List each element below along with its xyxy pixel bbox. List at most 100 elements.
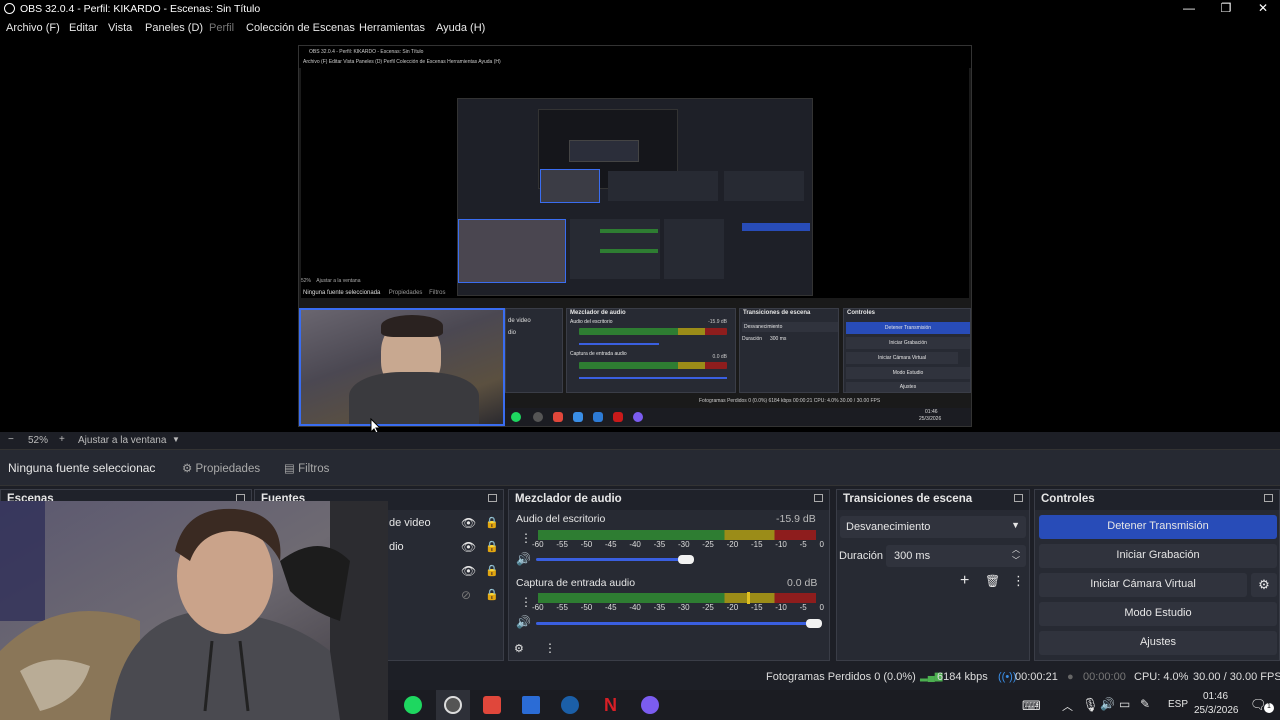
start-virtual-camera-button[interactable]: Iniciar Cámara Virtual [1039,573,1247,597]
close-button[interactable]: ✕ [1254,1,1272,17]
kebab-menu-icon[interactable]: ⋮ [520,531,532,545]
speaker-icon[interactable]: 🔊 [516,552,531,566]
menu-archivo[interactable]: Archivo (F) [6,22,60,34]
kebab-menu-icon[interactable]: ⋮ [1012,573,1025,589]
menu-coleccion-escenas[interactable]: Colección de Escenas [246,22,355,34]
clock-time[interactable]: 01:46 [1203,691,1228,702]
preview-canvas[interactable]: OBS 32.0.4 - Perfil: KIKARDO - Escenas: … [298,45,972,427]
nested-transitions-title: Transiciones de escena [743,310,811,316]
trash-icon[interactable]: 🗑 [985,574,1000,588]
studio-mode-button[interactable]: Modo Estudio [1039,602,1277,626]
mic-audio-ticks: -60 -55 -50 -45 -40 -35 -30 -25 -20 -15 -10 -5 0 [532,603,824,612]
desktop-volume-slider[interactable] [536,558,686,561]
filters-button[interactable]: ▤ Filtros [278,459,335,479]
nested-desktop-db: -15.9 dB [708,319,727,325]
volume-icon[interactable]: 🔊 [1100,697,1115,711]
eye-hidden-icon[interactable]: ⊘ [461,588,471,602]
properties-button[interactable]: ⚙ Propiedades [176,459,266,479]
lock-icon[interactable]: 🔒 [485,540,499,553]
keyboard-icon[interactable]: ⌨ [1022,698,1041,714]
source-toolbar: Ninguna fuente seleccionac ⚙ Propiedades… [0,449,1280,486]
discord-icon[interactable] [641,696,659,714]
chevron-up-icon[interactable]: ︿ [1062,698,1073,714]
nested-start-recording: Iniciar Grabación [846,337,970,349]
title-bar: OBS 32.0.4 - Perfil: KIKARDO - Escenas: … [0,0,1280,18]
brave-icon[interactable] [483,696,501,714]
start-recording-button[interactable]: Iniciar Grabación [1039,544,1277,568]
desktop-audio-label: Audio del escritorio [516,513,606,525]
nested-controls-title: Controles [847,310,876,316]
eye-icon[interactable]: 👁 [461,516,476,530]
spin-arrows-icon[interactable]: ︿ ﹀ [1012,544,1020,566]
undock-icon[interactable] [1014,494,1023,502]
chevron-down-icon[interactable]: ▼ [172,435,180,444]
menu-ayuda[interactable]: Ayuda (H) [436,22,485,34]
settings-button[interactable]: Ajustes [1039,631,1277,655]
menu-herramientas[interactable]: Herramientas [359,22,425,34]
desktop-audio-ticks: -60 -55 -50 -45 -40 -35 -30 -25 -20 -15 -10 -5 0 [532,540,824,549]
kebab-menu-icon[interactable]: ⋮ [520,595,532,609]
undock-icon[interactable] [814,494,823,502]
clock-date[interactable]: 25/3/2026 [1194,705,1239,716]
properties-label: Propiedades [195,463,261,475]
lock-icon[interactable]: 🔒 [485,516,499,529]
lock-icon[interactable]: 🔒 [485,564,499,577]
steam-icon[interactable] [561,696,579,714]
nested-studio-mode: Modo Estudio [846,367,970,379]
obs-icon [444,696,462,714]
mixer-settings-icon[interactable]: ⚙ [514,642,524,655]
microphone-icon[interactable]: 🎙 [1082,697,1099,713]
mixer-title: Mezclador de audio [515,493,622,505]
eye-icon[interactable]: 👁 [461,540,476,554]
zoom-level: 52% [28,435,49,446]
nested-date: 25/3/2026 [919,416,942,422]
nested-fit: Ajustar a la ventana [316,278,361,284]
transitions-dock: Transiciones de escena [836,489,1030,661]
duration-label: Duración [839,550,884,562]
maximize-button[interactable]: ❐ [1217,1,1235,17]
obs-taskbar-active[interactable] [436,690,470,720]
nested-no-source: Ninguna fuente seleccionada [303,290,381,296]
mic-audio-label: Captura de entrada audio [516,577,636,589]
add-transition-icon[interactable]: + [960,572,969,590]
fps: 30.00 / 30.00 FPS [1193,671,1280,683]
eye-icon[interactable]: 👁 [461,564,476,578]
file-explorer-icon[interactable] [522,696,540,714]
pen-icon[interactable]: ✎ [1140,697,1150,711]
duration-spinbox[interactable]: 300 ms ︿ ﹀ [886,545,1026,567]
nested-virtual-cam: Iniciar Cámara Virtual [846,352,958,364]
transition-select[interactable]: Desvanecimiento ▼ [840,516,1026,538]
stop-stream-button[interactable]: Detener Transmisión [1039,515,1277,539]
status-bar: Fotogramas Perdidos 0 (0.0%) ▂▄▆ 6184 kb… [388,666,1280,688]
nested-inner-window [457,98,813,296]
notification-badge: 1 [1264,703,1274,713]
desktop-volume-knob[interactable] [678,555,694,564]
fit-to-window-select[interactable]: Ajustar a la ventana [78,435,166,446]
mic-volume-knob[interactable] [806,619,822,628]
source-item-1[interactable]: de video [389,517,431,529]
network-icon[interactable]: ▭ [1119,697,1130,711]
menu-vista[interactable]: Vista [108,22,132,34]
menu-perfil[interactable]: Perfil [209,22,234,34]
nested-filters: Filtros [429,290,446,296]
zoom-out-button[interactable]: − [8,434,14,445]
speaker-icon[interactable]: 🔊 [516,615,531,629]
netflix-icon[interactable]: N [604,695,617,716]
mic-volume-slider[interactable] [536,622,814,625]
virtual-camera-settings-icon[interactable]: ⚙ [1251,573,1277,597]
source-item-2[interactable]: dio [389,541,404,553]
nested-source-2: dio [508,330,517,336]
undock-icon[interactable] [488,494,497,502]
spotify-icon[interactable] [404,696,422,714]
lock-icon[interactable]: 🔒 [485,588,499,601]
minimize-button[interactable]: — [1180,1,1198,17]
menu-editar[interactable]: Editar [69,22,98,34]
undock-icon[interactable] [1264,494,1273,502]
menu-paneles[interactable]: Paneles (D) [145,22,203,34]
kebab-menu-icon[interactable]: ⋮ [544,641,556,655]
stream-icon: ((•)) [998,671,1017,683]
language-indicator[interactable]: ESP [1168,699,1188,710]
desktop-audio-db: -15.9 dB [776,513,816,525]
filter-icon: ▤ [284,463,295,475]
zoom-in-button[interactable]: + [59,434,65,445]
